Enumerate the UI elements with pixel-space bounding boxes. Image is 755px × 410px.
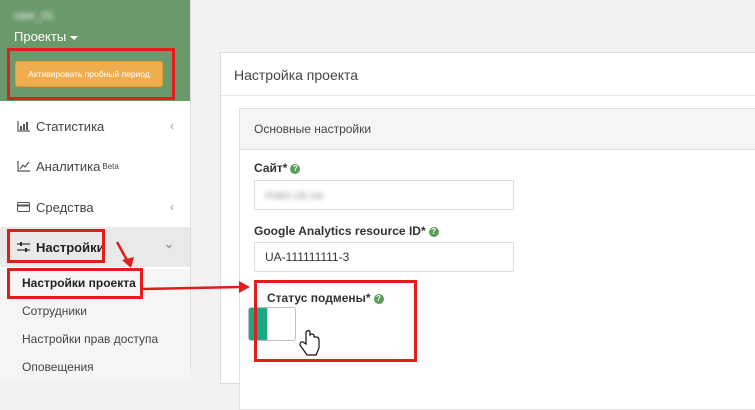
arrow-head-down bbox=[122, 257, 134, 268]
hand-cursor-icon bbox=[299, 329, 320, 356]
annotation-arrows bbox=[115, 241, 320, 356]
arrow-head-right bbox=[239, 281, 250, 293]
arrow-line-right bbox=[142, 285, 241, 291]
